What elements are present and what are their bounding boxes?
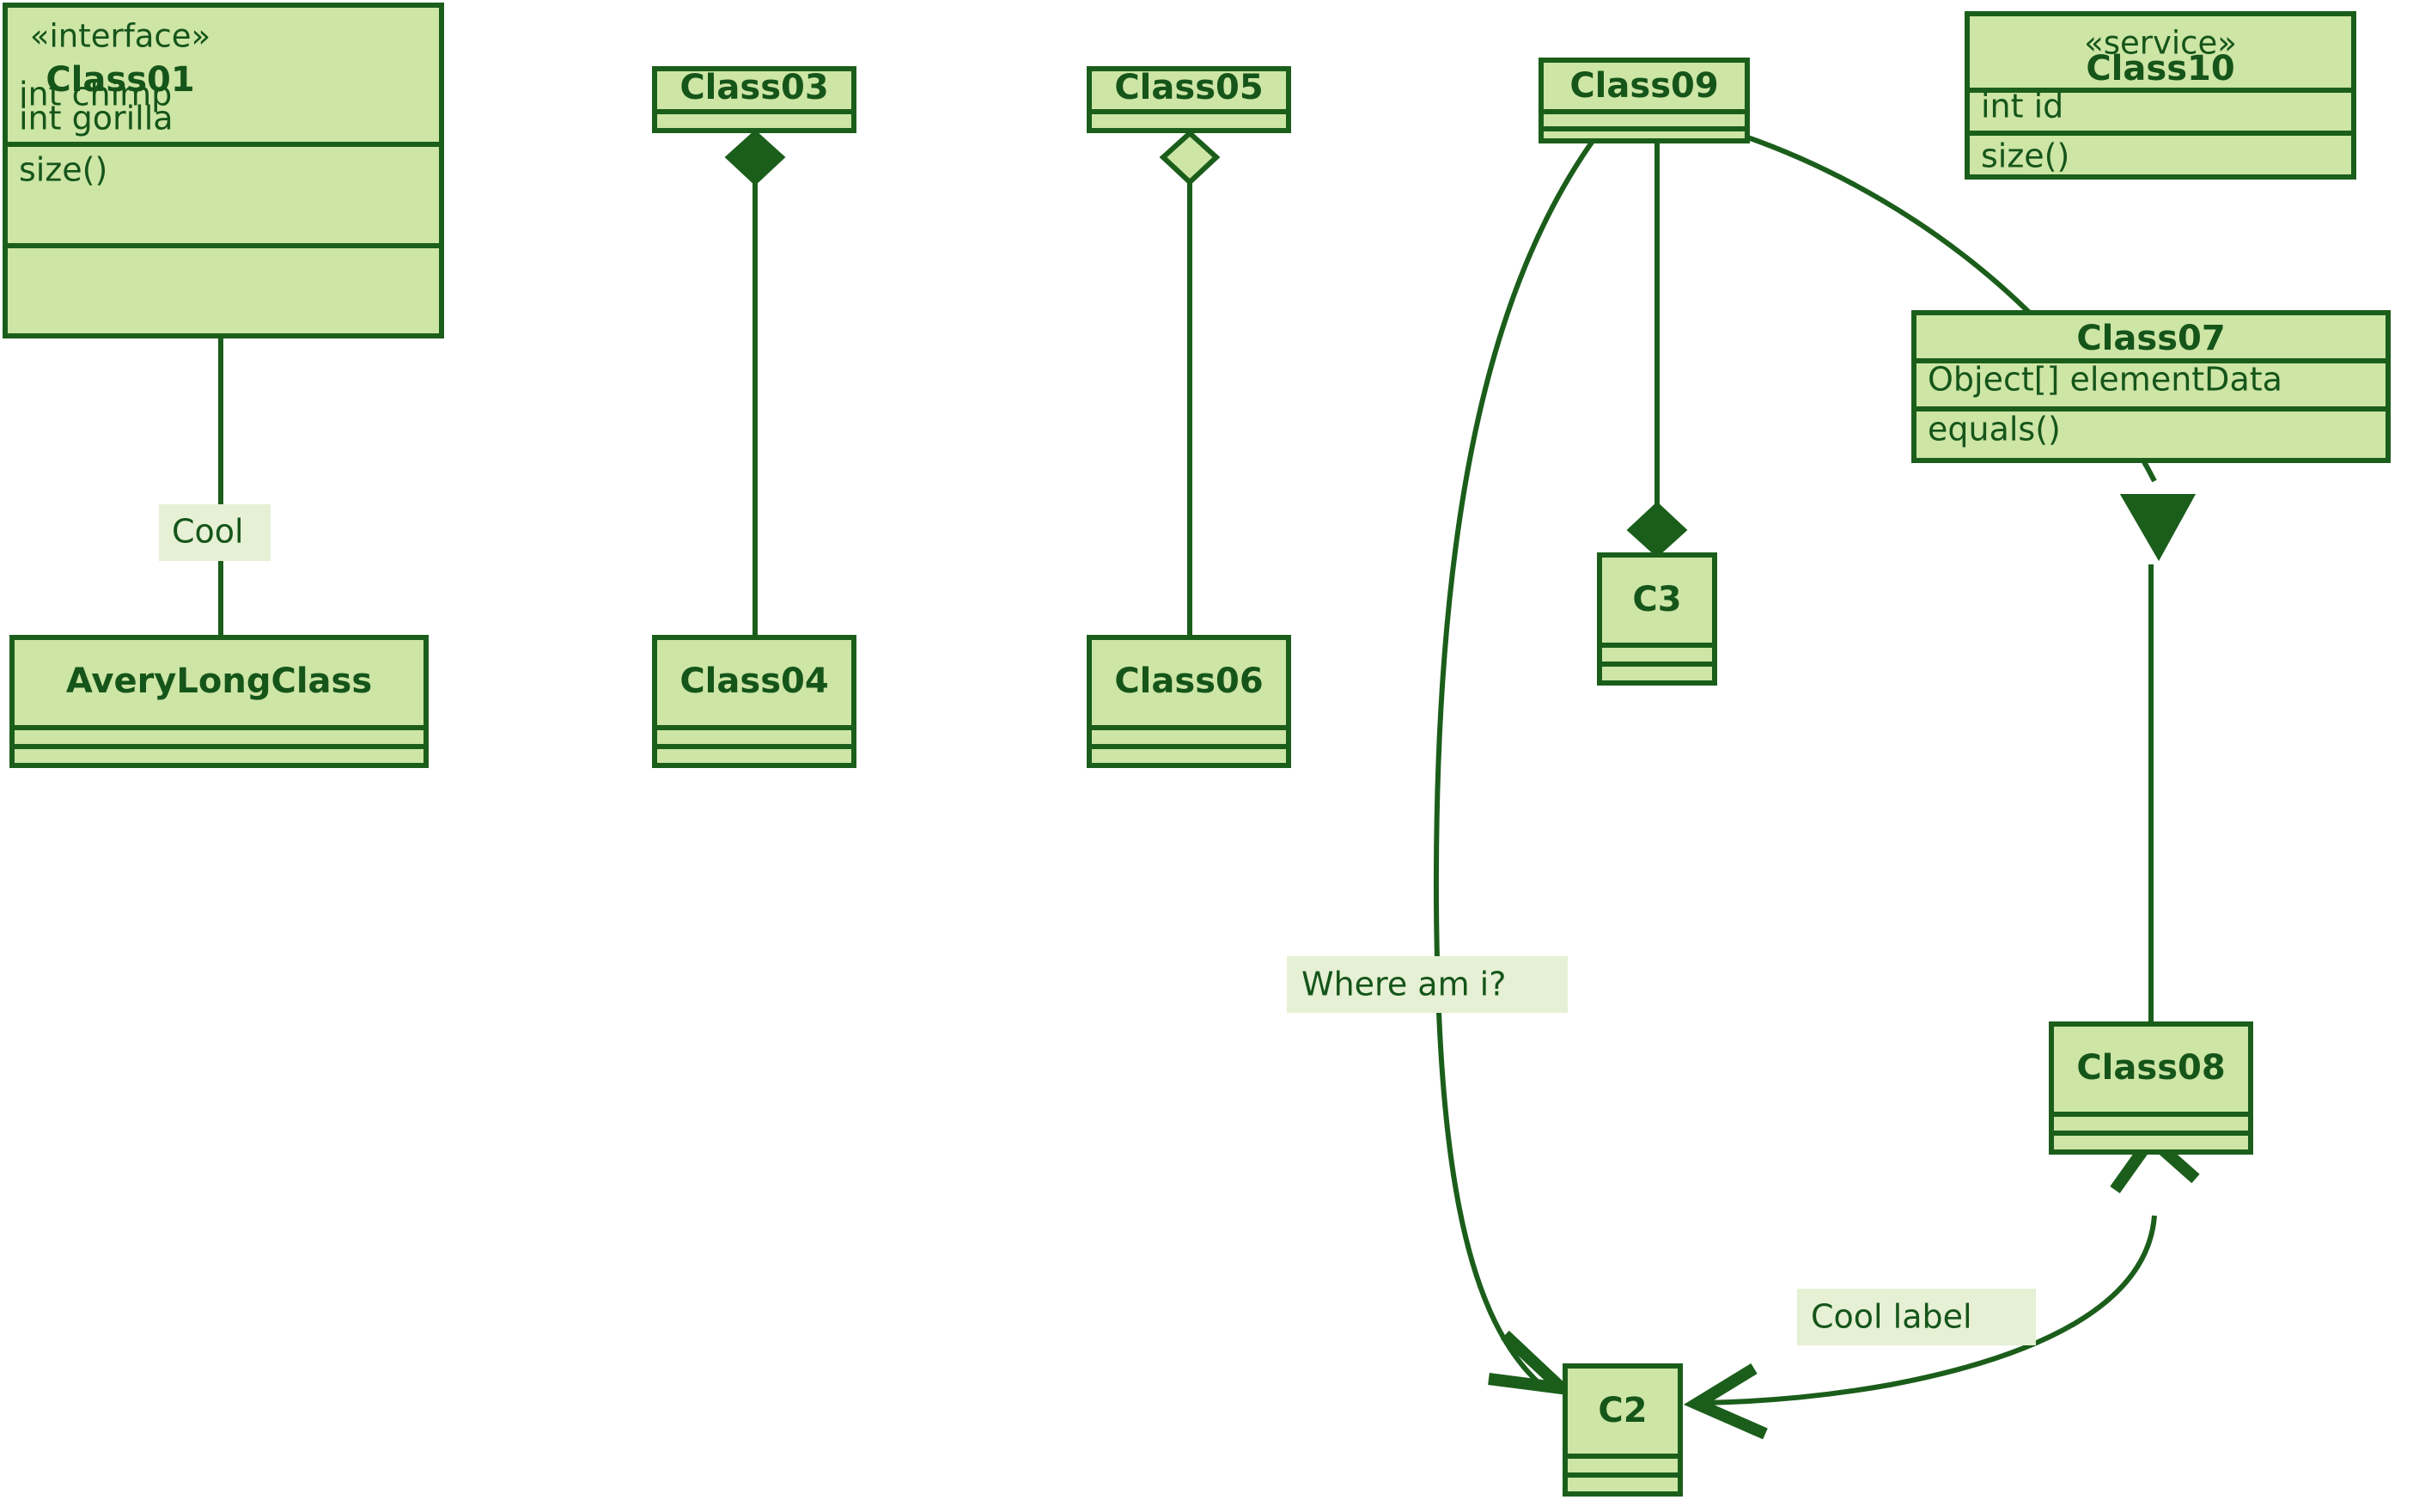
class-node-class09[interactable]: Class09	[1539, 58, 1750, 143]
class-node-class03[interactable]: Class03	[652, 66, 856, 133]
uml-class-diagram: «interface» Class01 int chimp int gorill…	[3, 3, 2391, 1497]
class-title: Class06	[1114, 662, 1263, 701]
class-node-class10[interactable]: «service» Class10 int id size()	[1965, 11, 2356, 180]
class-method: size()	[19, 151, 107, 189]
class-node-class06[interactable]: Class06	[1087, 635, 1291, 768]
class-box-attrs	[1597, 643, 1717, 667]
hollow-diamond-icon	[1159, 129, 1221, 186]
edge-class09-to-c2[interactable]	[1433, 136, 1598, 1397]
class-node-c2[interactable]: C2	[1563, 1363, 1683, 1497]
class-box-attrs	[652, 109, 856, 133]
class-title: Class05	[1114, 68, 1263, 107]
class-box-attrs	[9, 725, 429, 749]
class-box-attrs	[1563, 1454, 1683, 1478]
edge-class08-to-c2[interactable]	[1683, 1130, 2200, 1440]
class-box-methods	[3, 243, 444, 338]
class-node-class01[interactable]: «interface» Class01 int chimp int gorill…	[3, 3, 444, 338]
class-node-averylongclass[interactable]: AveryLongClass	[9, 635, 429, 768]
class-title: AveryLongClass	[66, 662, 372, 701]
diagram-canvas: «interface» Class01 int chimp int gorill…	[0, 0, 2413, 1512]
edge-class04-to-class03[interactable]	[724, 129, 786, 637]
class-attribute: Object[] elementData	[1928, 361, 2282, 399]
class-node-class04[interactable]: Class04	[652, 635, 856, 768]
filled-diamond-icon	[724, 129, 786, 186]
class-box-attrs	[652, 725, 856, 749]
filled-triangle-icon	[2119, 494, 2197, 562]
class-node-class05[interactable]: Class05	[1087, 66, 1291, 133]
edge-curve	[1433, 136, 1598, 1388]
class-box-attrs	[2049, 1112, 2253, 1136]
class-title: C2	[1598, 1391, 1647, 1430]
edge-label-text: Cool	[172, 513, 244, 551]
class-node-c3[interactable]: C3	[1597, 552, 1717, 686]
class-box-methods	[1087, 744, 1291, 768]
open-arrow-icon	[1488, 1330, 1580, 1397]
class-attribute: int gorilla	[19, 100, 174, 137]
class-box-methods	[652, 744, 856, 768]
class-title: Class08	[2076, 1048, 2225, 1088]
class-box-methods	[2049, 1131, 2253, 1155]
edge-class09-to-c3[interactable]	[1626, 137, 1688, 558]
class-title: Class10	[2086, 49, 2234, 88]
class-title: Class07	[2076, 319, 2225, 358]
class-box-attrs	[1087, 109, 1291, 133]
edge-class06-to-class05[interactable]	[1159, 129, 1221, 637]
class-box-methods	[1563, 1472, 1683, 1497]
class-attribute: int id	[1981, 88, 2063, 125]
filled-diamond-icon	[1626, 501, 1688, 558]
class-box-methods	[1539, 126, 1750, 143]
class-method: size()	[1981, 137, 2069, 175]
edge-label-text: Cool label	[1811, 1298, 1972, 1336]
class-title: Class09	[1569, 66, 1718, 106]
class-box-attrs	[1087, 725, 1291, 749]
class-title: Class03	[679, 68, 828, 107]
class-node-class08[interactable]: Class08	[2049, 1021, 2253, 1155]
class-stereotype: «interface»	[30, 18, 210, 55]
edge-label-text: Where am i?	[1301, 966, 1506, 1003]
class-method: equals()	[1928, 411, 2061, 448]
class-box-methods	[1597, 662, 1717, 686]
edge-label-cool-label[interactable]: Cool label	[1797, 1289, 2036, 1345]
edge-label-where-am-i[interactable]: Where am i?	[1287, 956, 1568, 1013]
edge-label-cool[interactable]: Cool	[159, 504, 271, 561]
class-box-methods	[9, 744, 429, 768]
class-title: Class04	[679, 662, 828, 701]
class-title: C3	[1632, 580, 1681, 619]
class-node-class07[interactable]: Class07 Object[] elementData equals()	[1911, 310, 2391, 463]
